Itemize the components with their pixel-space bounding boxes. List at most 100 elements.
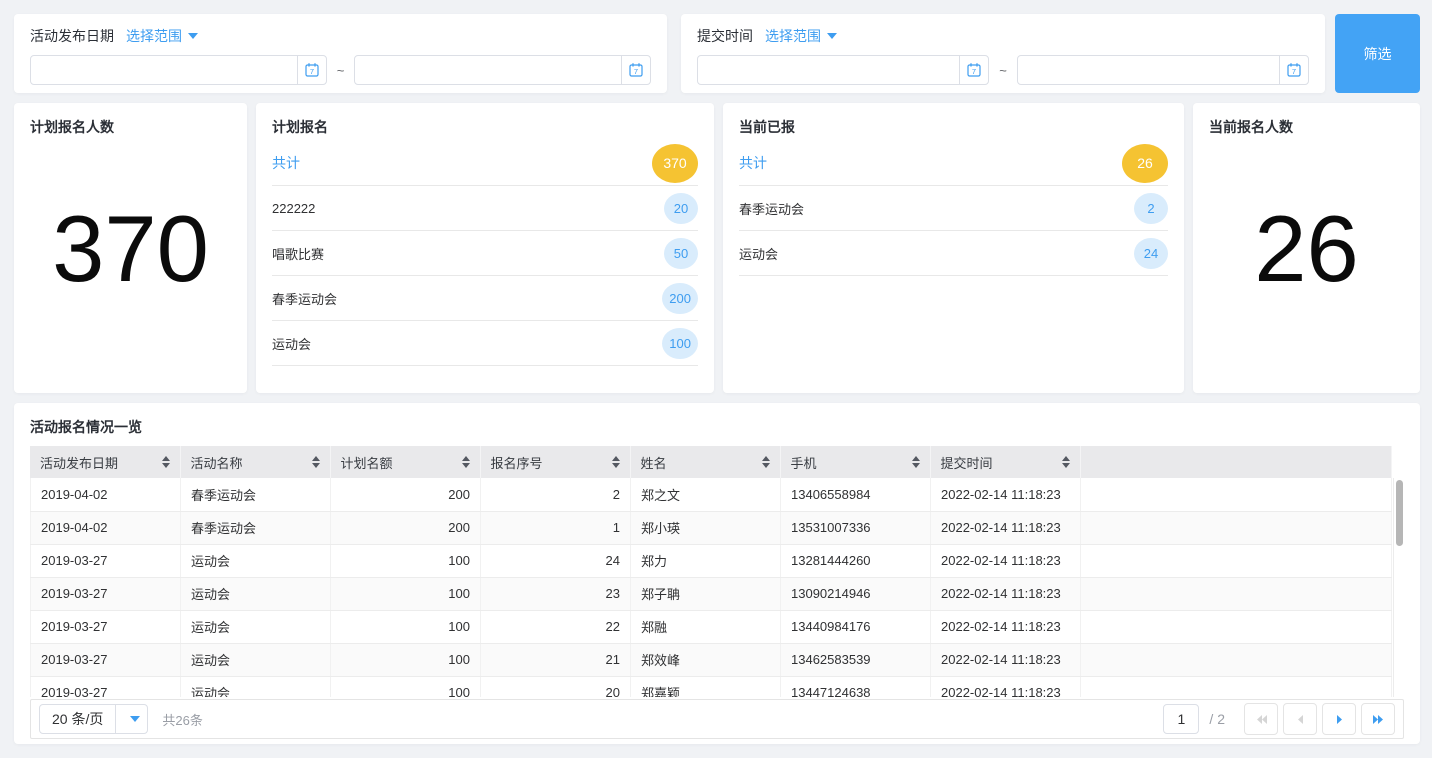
table-cell: 2022-02-14 11:18:23 <box>931 610 1081 643</box>
table-cell-empty <box>1081 643 1392 676</box>
stat-value-badge: 50 <box>664 238 698 269</box>
table-scrollbar-thumb[interactable] <box>1396 480 1403 546</box>
column-label: 活动发布日期 <box>40 453 118 472</box>
sort-icon[interactable] <box>762 456 770 468</box>
sort-icon[interactable] <box>912 456 920 468</box>
svg-text:7: 7 <box>310 67 314 76</box>
first-page-button[interactable] <box>1244 703 1278 735</box>
sort-icon[interactable] <box>1062 456 1070 468</box>
table-cell: 13531007336 <box>781 511 931 544</box>
range-separator: ~ <box>999 63 1007 78</box>
publish-date-range-link[interactable]: 选择范围 <box>126 26 198 46</box>
stat-label: 222222 <box>272 201 315 216</box>
card-title: 计划报名 <box>272 117 698 137</box>
column-header-empty <box>1080 446 1392 478</box>
column-header-submit-time[interactable]: 提交时间 <box>930 446 1080 478</box>
stat-row: 春季运动会 2 <box>739 186 1168 231</box>
caret-down-icon <box>827 33 837 39</box>
table-cell: 运动会 <box>181 544 331 577</box>
range-link-text: 选择范围 <box>126 26 182 46</box>
sort-icon[interactable] <box>462 456 470 468</box>
table-cell: 23 <box>481 577 631 610</box>
planned-total-value: 370 <box>30 137 231 379</box>
range-separator: ~ <box>337 63 345 78</box>
previous-page-icon <box>1294 713 1307 726</box>
card-title: 当前已报 <box>739 117 1168 137</box>
calendar-icon: 7 <box>1286 62 1302 78</box>
column-header-planned-quota[interactable]: 计划名额 <box>330 446 480 478</box>
table-cell: 13281444260 <box>781 544 931 577</box>
table-cell: 春季运动会 <box>181 511 331 544</box>
column-label: 活动名称 <box>191 453 243 472</box>
table-cell-empty <box>1081 610 1392 643</box>
column-header-activity-name[interactable]: 活动名称 <box>180 446 330 478</box>
stat-label: 运动会 <box>739 244 778 263</box>
table-cell: 2019-04-02 <box>31 511 181 544</box>
svg-text:7: 7 <box>634 67 638 76</box>
publish-date-start-input[interactable] <box>30 55 298 85</box>
publish-date-start-calendar-button[interactable]: 7 <box>297 55 327 85</box>
table-cell-empty <box>1081 478 1392 511</box>
stat-label: 春季运动会 <box>739 199 804 218</box>
table-cell: 春季运动会 <box>181 478 331 511</box>
publish-date-end-input[interactable] <box>354 55 622 85</box>
table-cell: 100 <box>331 676 481 697</box>
stat-total-label[interactable]: 共计 <box>272 153 300 173</box>
stat-label: 唱歌比赛 <box>272 244 324 263</box>
previous-page-button[interactable] <box>1283 703 1317 735</box>
table-cell: 13090214946 <box>781 577 931 610</box>
page-size-value: 20 条/页 <box>40 709 115 729</box>
submit-time-start-input[interactable] <box>697 55 960 85</box>
table-cell: 运动会 <box>181 610 331 643</box>
sort-icon[interactable] <box>162 456 170 468</box>
table-cell: 郑子聃 <box>631 577 781 610</box>
column-header-registration-no[interactable]: 报名序号 <box>480 446 630 478</box>
table-cell: 2022-02-14 11:18:23 <box>931 577 1081 610</box>
table-cell: 13447124638 <box>781 676 931 697</box>
table-cell: 2022-02-14 11:18:23 <box>931 511 1081 544</box>
submit-time-range-link[interactable]: 选择范围 <box>765 26 837 46</box>
registration-table-panel: 活动报名情况一览 活动发布日期 活动名称 计划名额 报名序号 姓名 手机 提交时… <box>14 403 1420 744</box>
stat-row: 运动会24 <box>739 231 1168 276</box>
stat-row: 共计26 <box>739 141 1168 186</box>
sort-icon[interactable] <box>612 456 620 468</box>
page-size-caret-section <box>115 705 147 733</box>
table-cell-empty <box>1081 676 1392 697</box>
page-size-select[interactable]: 20 条/页 <box>39 704 148 734</box>
table-cell-empty <box>1081 544 1392 577</box>
page-number-input[interactable] <box>1163 704 1199 734</box>
calendar-icon: 7 <box>966 62 982 78</box>
submit-time-end-input[interactable] <box>1017 55 1280 85</box>
stat-value-badge: 200 <box>662 283 698 314</box>
column-header-phone[interactable]: 手机 <box>780 446 930 478</box>
stat-row: 唱歌比赛 50 <box>272 231 698 276</box>
table-cell: 21 <box>481 643 631 676</box>
table-scrollbar-track[interactable] <box>1393 478 1404 697</box>
table-row: 2019-03-27运动会10022郑融134409841762022-02-1… <box>31 610 1392 643</box>
table-cell: 1 <box>481 511 631 544</box>
table-cell: 100 <box>331 544 481 577</box>
current-breakdown-list: 共计26 春季运动会 2 运动会24 <box>739 141 1168 276</box>
next-page-button[interactable] <box>1322 703 1356 735</box>
stat-total-label[interactable]: 共计 <box>739 153 767 173</box>
last-page-icon <box>1372 713 1385 726</box>
sort-icon[interactable] <box>312 456 320 468</box>
table-wrap: 活动发布日期 活动名称 计划名额 报名序号 姓名 手机 提交时间 2019-04… <box>30 446 1404 697</box>
filter-submit-button[interactable]: 筛选 <box>1335 14 1420 93</box>
caret-down-icon <box>188 33 198 39</box>
svg-text:7: 7 <box>1292 67 1296 76</box>
column-header-name[interactable]: 姓名 <box>630 446 780 478</box>
table-cell: 郑效峰 <box>631 643 781 676</box>
column-header-publish-date[interactable]: 活动发布日期 <box>30 446 180 478</box>
table-cell: 郑之文 <box>631 478 781 511</box>
table-cell: 100 <box>331 577 481 610</box>
stat-value-badge: 2 <box>1134 193 1168 224</box>
table-header-row: 活动发布日期 活动名称 计划名额 报名序号 姓名 手机 提交时间 <box>30 446 1392 478</box>
table-cell: 13406558984 <box>781 478 931 511</box>
submit-time-end-calendar-button[interactable]: 7 <box>1279 55 1309 85</box>
last-page-button[interactable] <box>1361 703 1395 735</box>
column-label: 计划名额 <box>341 453 393 472</box>
stat-label: 春季运动会 <box>272 289 337 308</box>
submit-time-start-calendar-button[interactable]: 7 <box>959 55 989 85</box>
publish-date-end-calendar-button[interactable]: 7 <box>621 55 651 85</box>
